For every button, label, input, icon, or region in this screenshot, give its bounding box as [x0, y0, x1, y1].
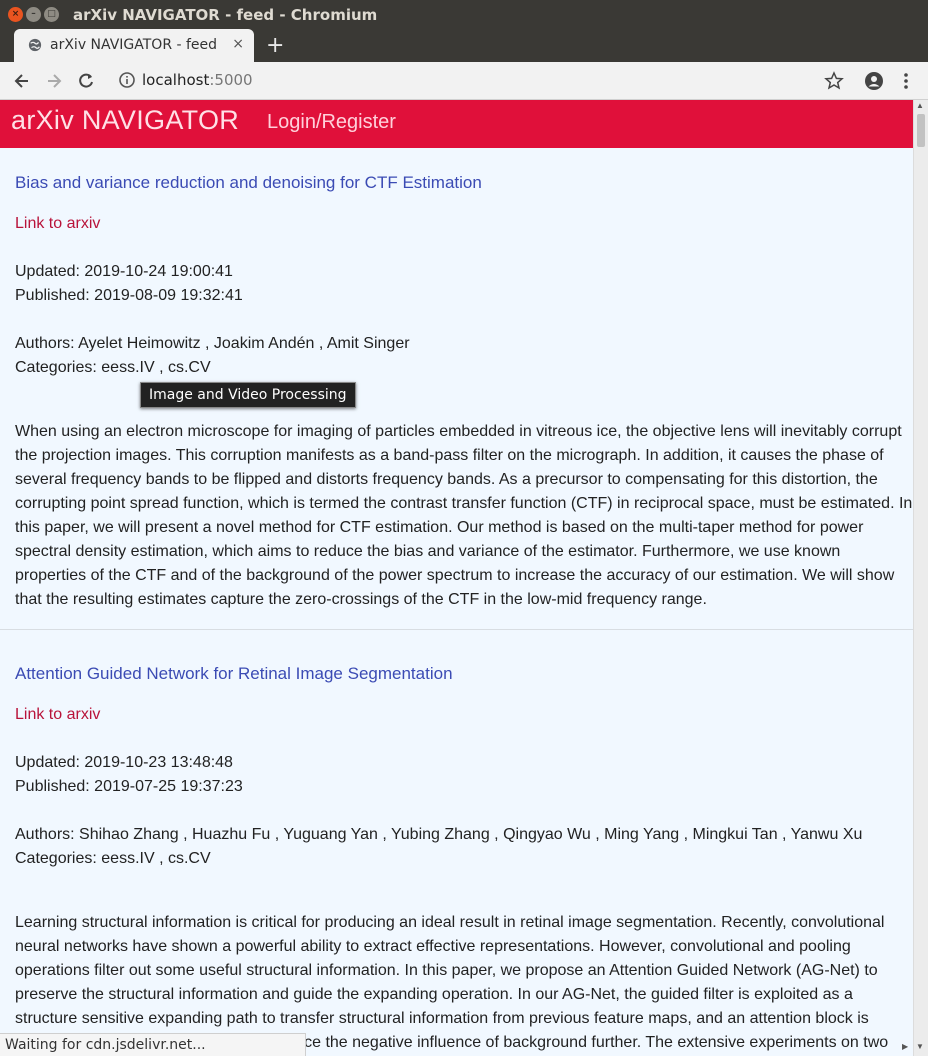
- paper-title-link[interactable]: Attention Guided Network for Retinal Ima…: [15, 664, 453, 684]
- paper-card: Attention Guided Network for Retinal Ima…: [0, 630, 913, 1056]
- url-host: localhost: [142, 71, 210, 89]
- categories-line: Categories: eess.IV , cs.CV: [15, 850, 211, 867]
- published-date: Published: 2019-07-25 19:37:23: [15, 778, 243, 795]
- browser-tab[interactable]: arXiv NAVIGATOR - feed ×: [14, 29, 254, 62]
- authors-line: Authors: Shihao Zhang , Huazhu Fu , Yugu…: [15, 826, 863, 843]
- categories-line: Categories: eess.IV , cs.CV: [15, 359, 211, 376]
- scroll-thumb[interactable]: [917, 114, 925, 147]
- paper-title-link[interactable]: Bias and variance reduction and denoisin…: [15, 173, 482, 193]
- scroll-up-icon[interactable]: ▲: [916, 101, 924, 110]
- account-icon[interactable]: [864, 71, 884, 91]
- feed-content: Bias and variance reduction and denoisin…: [0, 148, 913, 1056]
- url-field[interactable]: localhost:5000: [142, 71, 253, 89]
- tab-strip: arXiv NAVIGATOR - feed × +: [0, 29, 928, 62]
- published-date: Published: 2019-08-09 19:32:41: [15, 287, 243, 304]
- arxiv-link[interactable]: Link to arxiv: [15, 706, 100, 724]
- authors-line: Authors: Ayelet Heimowitz , Joakim Andén…: [15, 335, 410, 352]
- url-port: :5000: [209, 71, 253, 89]
- window-titlebar: × – □ arXiv NAVIGATOR - feed - Chromium: [0, 0, 928, 29]
- updated-date: Updated: 2019-10-24 19:00:41: [15, 263, 233, 280]
- paper-card: Bias and variance reduction and denoisin…: [0, 148, 913, 630]
- arxiv-link[interactable]: Link to arxiv: [15, 215, 100, 233]
- updated-date: Updated: 2019-10-23 13:48:48: [15, 754, 233, 771]
- app-header: arXiv NAVIGATOR Login/Register: [0, 100, 913, 148]
- window-title: arXiv NAVIGATOR - feed - Chromium: [73, 6, 378, 24]
- status-bubble: Waiting for cdn.jsdelivr.net...: [0, 1033, 306, 1056]
- category-tooltip: Image and Video Processing: [140, 382, 356, 408]
- vertical-scrollbar[interactable]: ▲ ▼: [913, 100, 928, 1056]
- new-tab-button[interactable]: +: [266, 33, 284, 58]
- reload-icon[interactable]: [76, 71, 96, 91]
- info-icon[interactable]: [118, 71, 136, 89]
- tab-title: arXiv NAVIGATOR - feed: [50, 37, 218, 53]
- login-register-link[interactable]: Login/Register: [267, 111, 396, 134]
- back-arrow-icon[interactable]: [12, 71, 32, 91]
- window-minimize-button[interactable]: –: [26, 7, 41, 22]
- globe-icon: [28, 38, 42, 52]
- window-close-button[interactable]: ×: [8, 7, 23, 22]
- window-controls: × – □: [8, 7, 59, 22]
- scroll-right-icon[interactable]: ▶: [902, 1042, 908, 1051]
- browser-toolbar: localhost:5000: [0, 62, 928, 100]
- bookmark-star-icon[interactable]: [824, 71, 844, 91]
- window-maximize-button[interactable]: □: [44, 7, 59, 22]
- tab-close-icon[interactable]: ×: [232, 36, 244, 52]
- forward-arrow-icon[interactable]: [44, 71, 64, 91]
- scroll-down-icon[interactable]: ▼: [916, 1042, 924, 1051]
- abstract-text: When using an electron microscope for im…: [15, 423, 913, 608]
- menu-dots-icon[interactable]: [896, 71, 916, 91]
- brand-logo[interactable]: arXiv NAVIGATOR: [11, 105, 239, 136]
